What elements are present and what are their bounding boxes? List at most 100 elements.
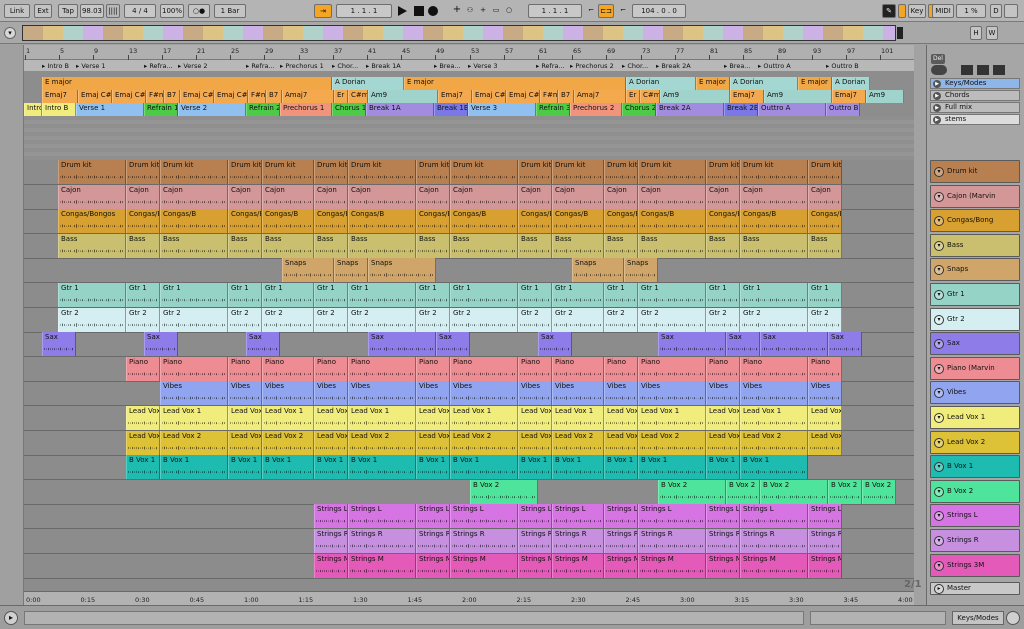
marker-lane-header[interactable]: ▶ Keys/Modes xyxy=(930,78,1020,89)
chord-clip[interactable]: Amaj7 xyxy=(282,90,334,103)
audio-clip[interactable]: Strings M xyxy=(348,554,416,578)
key-clip[interactable]: E major xyxy=(404,77,626,90)
track-fold-icon[interactable]: ▾ xyxy=(934,461,944,472)
audio-clip[interactable]: Strings L xyxy=(518,504,552,528)
section-clip[interactable]: Prechorus 2 xyxy=(570,103,622,116)
audio-clip[interactable]: Gtr 2 xyxy=(228,308,262,332)
track-fold-icon[interactable]: ▾ xyxy=(934,289,944,300)
audio-clip[interactable]: Bass xyxy=(228,234,262,258)
audio-clip[interactable]: Gtr 1 xyxy=(262,283,314,307)
audio-clip[interactable]: Bass xyxy=(604,234,638,258)
audio-clip[interactable]: B Vox 1 xyxy=(228,455,262,479)
section-clip[interactable]: Refrain 1 xyxy=(144,103,178,116)
audio-clip[interactable]: Bass xyxy=(348,234,416,258)
chord-clip[interactable]: B7 xyxy=(558,90,574,103)
chord-clip[interactable]: Emaj7 xyxy=(438,90,472,103)
audio-clip[interactable]: Gtr 2 xyxy=(740,308,808,332)
audio-clip[interactable]: Drum kit xyxy=(604,160,638,184)
audio-clip[interactable]: Strings R xyxy=(808,529,842,553)
audio-clip[interactable]: Bass xyxy=(518,234,552,258)
audio-clip[interactable]: Piano xyxy=(552,357,604,381)
key-clip[interactable]: A Dorian xyxy=(832,77,870,90)
audio-clip[interactable]: Lead Vox 1 xyxy=(740,406,808,430)
section-clip[interactable]: Verse 3 xyxy=(468,103,536,116)
audio-clip[interactable]: Congas/Bongos xyxy=(416,209,450,233)
audio-clip[interactable]: Gtr 2 xyxy=(518,308,552,332)
chord-clip[interactable]: B7 xyxy=(266,90,282,103)
detail-view-toggle-icon[interactable] xyxy=(1006,611,1020,625)
overview-handle[interactable] xyxy=(897,27,903,39)
audio-clip[interactable]: Cajon xyxy=(450,185,518,209)
chord-clip[interactable]: Emaj C#m xyxy=(180,90,214,103)
audio-clip[interactable]: Lead Vox 2 xyxy=(740,431,808,455)
audio-clip[interactable]: Strings R xyxy=(604,529,638,553)
audio-clip[interactable]: Lead Vox 1 xyxy=(638,406,706,430)
audio-clip[interactable]: Vibes xyxy=(808,381,842,405)
audio-clip[interactable]: Gtr 2 xyxy=(808,308,842,332)
track-header[interactable]: ▾ Piano (Marvin xyxy=(930,357,1020,380)
audio-clip[interactable]: Cajon xyxy=(228,185,262,209)
audio-clip[interactable]: Strings L xyxy=(348,504,416,528)
audio-clip[interactable]: Lead Vox 2 xyxy=(314,431,348,455)
audio-clip[interactable]: Vibes xyxy=(160,381,228,405)
audio-clip[interactable]: Gtr 2 xyxy=(552,308,604,332)
audio-clip[interactable]: Vibes xyxy=(604,381,638,405)
audio-clip[interactable]: Strings M xyxy=(314,554,348,578)
chord-clip[interactable]: Am9 xyxy=(764,90,832,103)
width-toggle[interactable]: W xyxy=(986,26,998,40)
locator[interactable]: ▸ Outtro B xyxy=(826,61,860,71)
audio-clip[interactable]: Gtr 2 xyxy=(450,308,518,332)
audio-clip[interactable]: Piano xyxy=(348,357,416,381)
chord-clip[interactable]: B7 xyxy=(164,90,180,103)
audio-clip[interactable]: Vibes xyxy=(262,381,314,405)
audio-clip[interactable]: Congas/B xyxy=(160,209,228,233)
chord-clip[interactable]: Emaj7 xyxy=(832,90,866,103)
audio-clip[interactable]: Lead Vox 2 xyxy=(638,431,706,455)
locator[interactable]: ▸ Prechorus 2 xyxy=(570,61,622,71)
section-clip[interactable]: Intro xyxy=(24,103,42,116)
audio-clip[interactable]: B Vox 1 xyxy=(518,455,552,479)
track-header[interactable]: ▾ Lead Vox 1 xyxy=(930,406,1020,429)
audio-clip[interactable]: Strings R xyxy=(740,529,808,553)
track-fold-icon[interactable]: ▾ xyxy=(934,264,944,275)
link-button[interactable]: Link xyxy=(4,4,30,18)
audio-clip[interactable]: Snaps xyxy=(334,258,368,282)
chord-clip[interactable]: C#m xyxy=(348,90,368,103)
track-header[interactable]: ▾ Sax xyxy=(930,332,1020,355)
track-header[interactable]: ▾ Congas/Bong xyxy=(930,209,1020,232)
audio-clip[interactable]: Strings R xyxy=(706,529,740,553)
audio-clip[interactable]: Strings R xyxy=(450,529,518,553)
audio-clip[interactable]: B Vox 2 xyxy=(658,480,726,504)
track-header[interactable]: ▾ Vibes xyxy=(930,381,1020,404)
audio-clip[interactable]: Bass xyxy=(416,234,450,258)
overview-collapse-icon[interactable]: ▾ xyxy=(4,27,16,39)
audio-clip[interactable]: Drum kit xyxy=(706,160,740,184)
audio-clip[interactable]: B Vox 1 xyxy=(126,455,160,479)
track-fold-icon[interactable]: ▾ xyxy=(934,560,944,571)
audio-clip[interactable]: Congas/Bongos xyxy=(518,209,552,233)
info-view-toggle-icon[interactable]: ▸ xyxy=(4,611,18,625)
audio-clip[interactable]: Strings L xyxy=(638,504,706,528)
audio-clip[interactable]: Strings L xyxy=(706,504,740,528)
audio-clip[interactable]: Snaps xyxy=(368,258,436,282)
audio-clip[interactable]: Cajon xyxy=(604,185,638,209)
audio-clip[interactable]: Strings M xyxy=(604,554,638,578)
track-header[interactable]: ▾ Drum kit xyxy=(930,160,1020,183)
audio-clip[interactable]: Strings M xyxy=(638,554,706,578)
arrangement-overview[interactable]: ▾ H W xyxy=(0,22,1024,44)
track-fold-icon[interactable]: ▾ xyxy=(934,535,944,546)
audio-clip[interactable]: Sax xyxy=(538,332,572,356)
audio-clip[interactable]: Cajon xyxy=(348,185,416,209)
audio-clip[interactable]: Cajon xyxy=(808,185,842,209)
audio-clip[interactable]: Gtr 2 xyxy=(638,308,706,332)
audio-clip[interactable]: Vibes xyxy=(450,381,518,405)
key-clip[interactable]: E major xyxy=(42,77,332,90)
audio-clip[interactable]: Gtr 2 xyxy=(126,308,160,332)
track-fold-icon[interactable]: ▾ xyxy=(934,191,944,202)
section-clip[interactable]: Chorus 1 xyxy=(332,103,366,116)
audio-clip[interactable]: Vibes xyxy=(228,381,262,405)
audio-clip[interactable]: Sax xyxy=(828,332,862,356)
audio-clip[interactable]: Vibes xyxy=(706,381,740,405)
audio-clip[interactable]: Snaps xyxy=(572,258,624,282)
chord-clip[interactable]: F#m xyxy=(146,90,164,103)
